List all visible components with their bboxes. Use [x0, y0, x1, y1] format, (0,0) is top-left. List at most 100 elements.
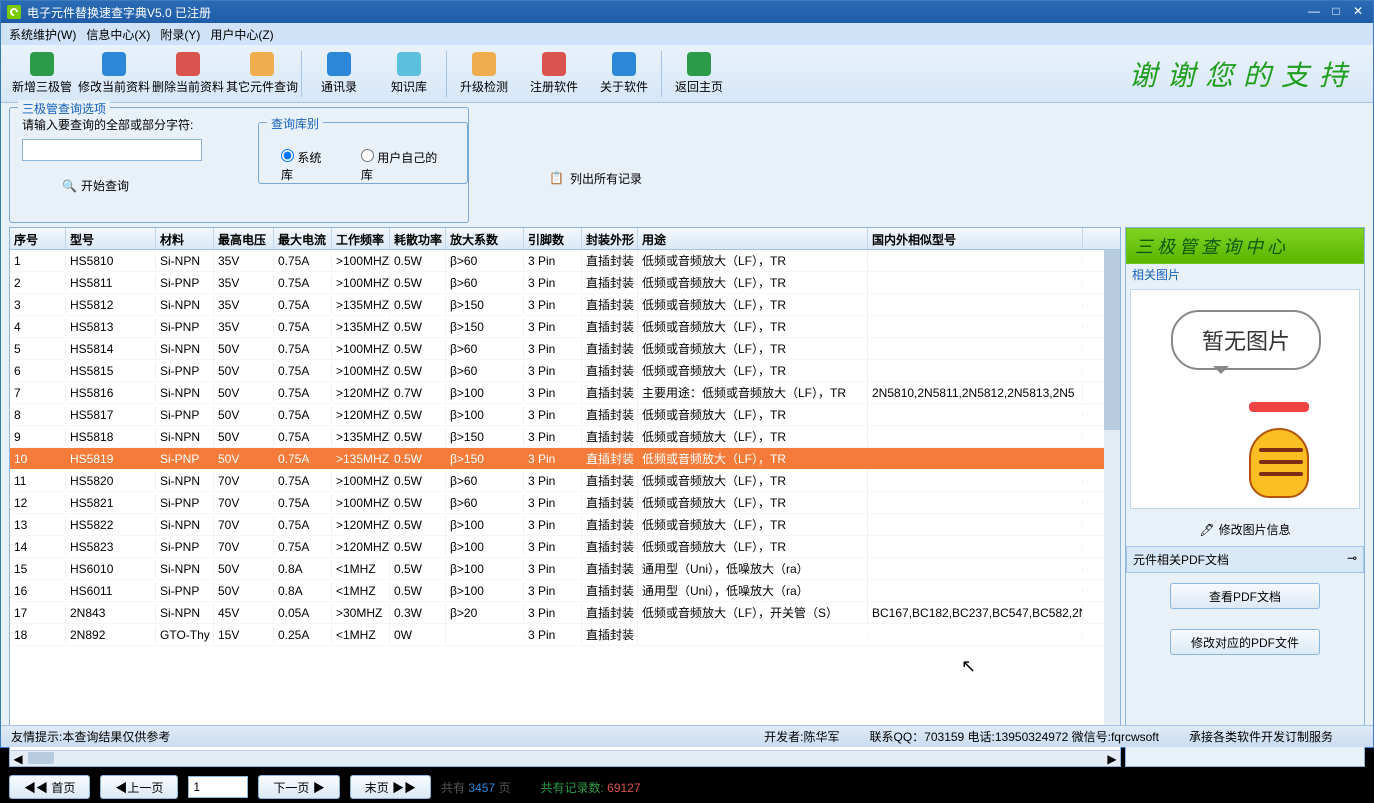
total-records-label: 共有记录数: 69127	[540, 779, 640, 796]
table-row[interactable]: 1HS5810Si-NPN35V0.75A>100MHZ0.5Wβ>603 Pi…	[10, 250, 1120, 272]
menu-info[interactable]: 信息中心(X)	[86, 26, 150, 43]
col-header[interactable]: 型号	[66, 228, 156, 249]
status-contact: 联系QQ：703159 电话:13950324972 微信号:fqrcwsoft	[870, 728, 1159, 745]
search-input[interactable]	[22, 139, 202, 161]
total-pages-label: 共有 3457 页	[441, 779, 510, 796]
toolbar-icon	[176, 52, 200, 76]
table-row[interactable]: 172N843Si-NPN45V0.05A>30MHZ0.3Wβ>203 Pin…	[10, 602, 1120, 624]
table-row[interactable]: 10HS5819Si-PNP50V0.75A>135MHZ0.5Wβ>1503 …	[10, 448, 1120, 470]
toolbar-icon	[250, 52, 274, 76]
view-pdf-button[interactable]: 查看PDF文档	[1170, 583, 1320, 609]
table-row[interactable]: 4HS5813Si-PNP35V0.75A>135MHZ0.5Wβ>1503 P…	[10, 316, 1120, 338]
toolbar-icon	[102, 52, 126, 76]
table-row[interactable]: 16HS6011Si-PNP50V0.8A<1MHZ0.5Wβ>1003 Pin…	[10, 580, 1120, 602]
prev-page-button[interactable]: ◀上一页	[100, 775, 178, 799]
list-all-button[interactable]: 📋 列出所有记录	[549, 133, 642, 223]
toolbar-5[interactable]: 知识库	[374, 47, 444, 101]
table-row[interactable]: 6HS5815Si-PNP50V0.75A>100MHZ0.5Wβ>603 Pi…	[10, 360, 1120, 382]
menu-system[interactable]: 系统维护(W)	[9, 26, 76, 43]
pdf-section-header: 元件相关PDF文档 ⊸	[1126, 546, 1364, 573]
pin-icon[interactable]: ⊸	[1347, 551, 1357, 568]
close-button[interactable]: ✕	[1349, 4, 1367, 20]
toolbar-icon	[30, 52, 54, 76]
search-icon: 🔍	[62, 179, 77, 193]
toolbar-icon	[472, 52, 496, 76]
col-header[interactable]: 材料	[156, 228, 214, 249]
toolbar-icon	[687, 52, 711, 76]
toolbar-2[interactable]: 删除当前资料	[151, 47, 225, 101]
side-title: 三极管查询中心	[1126, 228, 1364, 264]
db-fieldset: 查询库别 系统库 用户自己的库	[258, 122, 468, 184]
toolbar-4[interactable]: 通讯录	[304, 47, 374, 101]
col-header[interactable]: 序号	[10, 228, 66, 249]
table-row[interactable]: 12HS5821Si-PNP70V0.75A>100MHZ0.5Wβ>603 P…	[10, 492, 1120, 514]
related-image-label: 相关图片	[1126, 264, 1364, 285]
col-header[interactable]: 封装外形	[582, 228, 638, 249]
data-grid: 序号型号材料最高电压最大电流工作频率耗散功率放大系数引脚数封装外形用途国内外相似…	[9, 227, 1121, 767]
col-header[interactable]: 引脚数	[524, 228, 582, 249]
statusbar: 友情提示:本查询结果仅供参考 开发者:陈华军 联系QQ：703159 电话:13…	[1, 725, 1373, 747]
table-row[interactable]: 3HS5812Si-NPN35V0.75A>135MHZ0.5Wβ>1503 P…	[10, 294, 1120, 316]
menu-appendix[interactable]: 附录(Y)	[160, 26, 200, 43]
toolbar-9[interactable]: 返回主页	[664, 47, 734, 101]
db-legend: 查询库别	[267, 115, 323, 132]
toolbar-icon	[542, 52, 566, 76]
horizontal-scrollbar[interactable]: ◀ ▶	[10, 750, 1120, 766]
next-page-button[interactable]: 下一页 ▶	[258, 775, 339, 799]
window-title: 电子元件替换速查字典V5.0 已注册	[27, 4, 211, 21]
edit-image-button[interactable]: 🖊 修改图片信息	[1126, 521, 1364, 538]
tiger-icon	[1239, 398, 1319, 498]
titlebar[interactable]: 电子元件替换速查字典V5.0 已注册 — □ ✕	[1, 1, 1373, 23]
vertical-scrollbar[interactable]	[1104, 250, 1120, 734]
query-fieldset: 三极管查询选项 请输入要查询的全部或部分字符: 🔍 开始查询 查询库别 系统库 …	[9, 107, 469, 223]
first-page-button[interactable]: ◀◀ 首页	[9, 775, 90, 799]
last-page-button[interactable]: 末页 ▶▶	[350, 775, 431, 799]
toolbar-6[interactable]: 升级检测	[449, 47, 519, 101]
toolbar-icon	[612, 52, 636, 76]
col-header[interactable]: 用途	[638, 228, 868, 249]
grid-body: 1HS5810Si-NPN35V0.75A>100MHZ0.5Wβ>603 Pi…	[10, 250, 1120, 750]
table-row[interactable]: 13HS5822Si-NPN70V0.75A>120MHZ0.5Wβ>1003 …	[10, 514, 1120, 536]
col-header[interactable]: 放大系数	[446, 228, 524, 249]
image-area: 暂无图片	[1130, 289, 1360, 509]
query-area: 三极管查询选项 请输入要查询的全部或部分字符: 🔍 开始查询 查询库别 系统库 …	[9, 107, 1365, 223]
toolbar-7[interactable]: 注册软件	[519, 47, 589, 101]
edit-icon: 🖊	[1199, 523, 1214, 537]
toolbar: 新增三极管修改当前资料删除当前资料其它元件查询通讯录知识库升级检测注册软件关于软…	[1, 45, 1373, 103]
table-row[interactable]: 9HS5818Si-NPN50V0.75A>135MHZ0.5Wβ>1503 P…	[10, 426, 1120, 448]
table-row[interactable]: 11HS5820Si-NPN70V0.75A>100MHZ0.5Wβ>603 P…	[10, 470, 1120, 492]
menu-user[interactable]: 用户中心(Z)	[210, 26, 273, 43]
status-service: 承接各类软件开发订制服务	[1189, 728, 1333, 745]
table-row[interactable]: 7HS5816Si-NPN50V0.75A>120MHZ0.7Wβ>1003 P…	[10, 382, 1120, 404]
edit-pdf-button[interactable]: 修改对应的PDF文件	[1170, 629, 1320, 655]
toolbar-0[interactable]: 新增三极管	[7, 47, 77, 101]
no-image-text: 暂无图片	[1202, 324, 1290, 356]
table-row[interactable]: 2HS5811Si-PNP35V0.75A>100MHZ0.5Wβ>603 Pi…	[10, 272, 1120, 294]
table-row[interactable]: 182N892GTO-Thy15V0.25A<1MHZ0W3 Pin直插封装	[10, 624, 1120, 646]
radio-user-db[interactable]: 用户自己的库	[361, 149, 445, 183]
table-row[interactable]: 8HS5817Si-PNP50V0.75A>120MHZ0.5Wβ>1003 P…	[10, 404, 1120, 426]
toolbar-3[interactable]: 其它元件查询	[225, 47, 299, 101]
col-header[interactable]: 最大电流	[274, 228, 332, 249]
col-header[interactable]: 工作频率	[332, 228, 390, 249]
table-row[interactable]: 15HS6010Si-NPN50V0.8A<1MHZ0.5Wβ>1003 Pin…	[10, 558, 1120, 580]
page-input[interactable]	[188, 776, 248, 798]
table-row[interactable]: 5HS5814Si-NPN50V0.75A>100MHZ0.5Wβ>603 Pi…	[10, 338, 1120, 360]
col-header[interactable]: 耗散功率	[390, 228, 446, 249]
menubar: 系统维护(W) 信息中心(X) 附录(Y) 用户中心(Z)	[1, 23, 1373, 45]
list-icon: 📋	[549, 171, 564, 185]
col-header[interactable]: 最高电压	[214, 228, 274, 249]
radio-system-db[interactable]: 系统库	[281, 149, 331, 183]
minimize-button[interactable]: —	[1305, 4, 1323, 20]
maximize-button[interactable]: □	[1327, 4, 1345, 20]
app-icon	[7, 5, 21, 19]
toolbar-8[interactable]: 关于软件	[589, 47, 659, 101]
table-row[interactable]: 14HS5823Si-PNP70V0.75A>120MHZ0.5Wβ>1003 …	[10, 536, 1120, 558]
side-panel: 三极管查询中心 相关图片 暂无图片 🖊 修改图片信息 元件相关PDF文档 ⊸ 查…	[1125, 227, 1365, 767]
col-header[interactable]: 国内外相似型号	[868, 228, 1083, 249]
status-dev: 开发者:陈华军	[764, 728, 839, 745]
status-tip: 友情提示:本查询结果仅供参考	[11, 728, 170, 745]
banner-text: 谢谢您的支持	[1129, 54, 1357, 94]
toolbar-1[interactable]: 修改当前资料	[77, 47, 151, 101]
toolbar-icon	[397, 52, 421, 76]
